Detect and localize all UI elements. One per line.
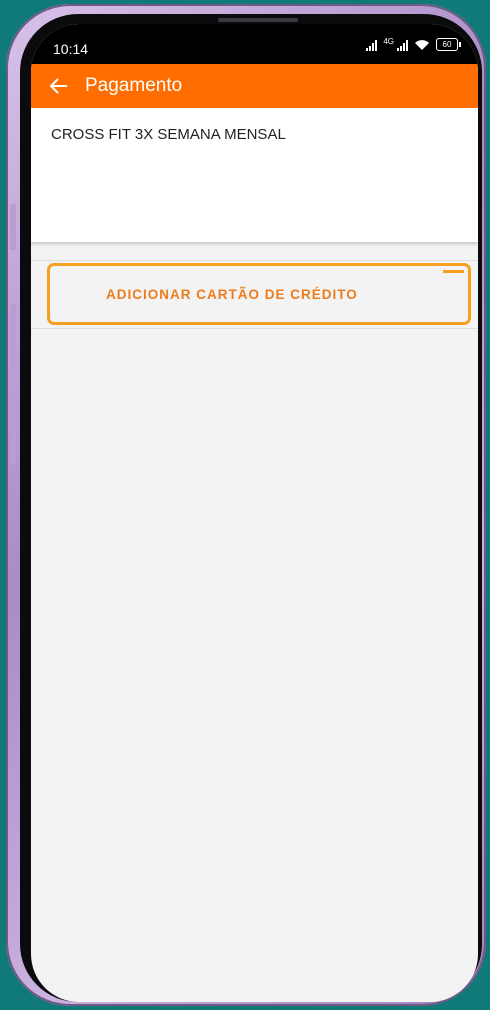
add-credit-card-button[interactable]: ADICIONAR CARTÃO DE CRÉDITO	[47, 263, 471, 325]
plan-card: CROSS FIT 3X SEMANA MENSAL	[31, 108, 478, 242]
battery-level: 60	[442, 40, 452, 49]
phone-frame: 10:14 4G 60 Pagamento CROSS FIT 3X SEMAN…	[6, 4, 486, 1006]
app-bar: Pagamento	[31, 64, 478, 108]
divider	[31, 328, 478, 329]
volume-down-button	[10, 304, 16, 374]
battery-icon: 60	[436, 38, 461, 51]
divider	[31, 260, 478, 261]
plan-name: CROSS FIT 3X SEMANA MENSAL	[51, 126, 286, 143]
signal-icon-secondary	[397, 39, 408, 51]
back-button[interactable]	[37, 64, 81, 108]
screen: 10:14 4G 60 Pagamento CROSS FIT 3X SEMAN…	[31, 24, 478, 1002]
network-type: 4G	[383, 37, 394, 46]
page-title: Pagamento	[85, 75, 183, 96]
status-bar: 10:14 4G 60	[31, 24, 478, 64]
highlight-connector	[443, 270, 464, 273]
add-credit-card-label: ADICIONAR CARTÃO DE CRÉDITO	[106, 286, 358, 302]
status-icons: 4G 60	[366, 37, 461, 51]
speaker-grille	[218, 18, 298, 22]
signal-icon	[366, 39, 378, 51]
volume-up-button	[10, 204, 16, 250]
arrow-left-icon	[49, 78, 67, 94]
wifi-icon	[415, 39, 429, 50]
power-button	[10, 394, 16, 464]
status-time: 10:14	[53, 41, 89, 57]
